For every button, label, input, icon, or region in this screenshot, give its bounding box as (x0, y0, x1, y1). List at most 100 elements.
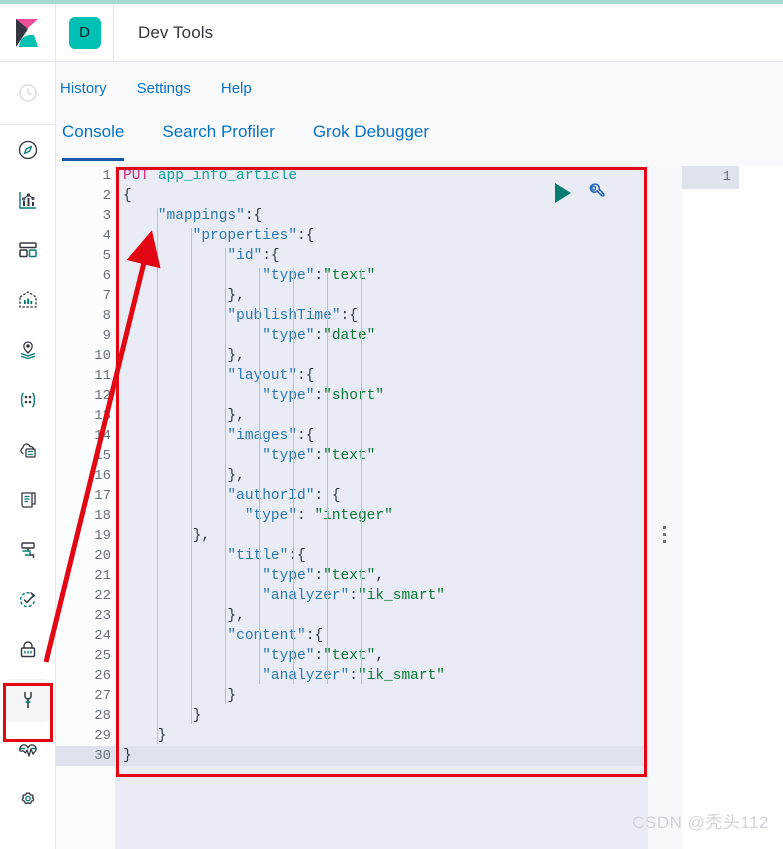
gutter-line: 5▾ (56, 246, 124, 266)
kibana-logo (15, 18, 38, 47)
code-token: : (314, 328, 324, 344)
sidebar-item-apm[interactable] (0, 525, 55, 575)
code-token: "title" (227, 548, 289, 564)
canvas-frame-icon (18, 291, 37, 308)
sidebar-item-security[interactable] (0, 625, 55, 675)
code-token: :{ (297, 368, 315, 384)
gutter-line: 12 (94, 388, 111, 404)
gutter-line: 8▾ (56, 306, 124, 326)
tab-grok-debugger[interactable]: Grok Debugger (313, 114, 429, 161)
wrench-actions-icon[interactable] (584, 180, 608, 209)
request-code-editor[interactable]: PUT app_info_article{ "mappings":{ "prop… (115, 166, 648, 849)
sidebar-item-discover[interactable] (0, 125, 55, 175)
gutter-line: 22 (94, 588, 111, 604)
machine-learning-icon (20, 392, 35, 408)
app-header: D Dev Tools (0, 4, 783, 62)
sidebar-item-dev-tools[interactable] (0, 675, 55, 725)
code-token: :{ (262, 248, 280, 264)
sidebar-item-management[interactable] (0, 775, 55, 825)
code-token: "content" (227, 628, 306, 644)
sidebar-item-dashboard[interactable] (0, 225, 55, 275)
space-avatar-button[interactable]: D (56, 4, 114, 61)
gutter-line: 9 (102, 328, 111, 344)
code-token: "analyzer" (262, 668, 350, 684)
code-token: }, (123, 408, 245, 424)
code-token: }, (123, 608, 245, 624)
sidebar-item-monitoring[interactable] (0, 725, 55, 775)
code-token: : (314, 388, 324, 404)
gutter-line: 1 (102, 168, 111, 184)
code-token: }, (123, 288, 245, 304)
sidebar-item-maps[interactable] (0, 325, 55, 375)
code-line: "content":{ (115, 626, 648, 646)
drag-handle-dots-icon[interactable] (663, 526, 667, 547)
play-send-request-icon[interactable] (555, 183, 571, 203)
gutter-line: 27▾ (56, 686, 124, 706)
tab-console[interactable]: Console (62, 114, 125, 161)
code-line: } (115, 746, 648, 766)
code-line: "type":"text", (115, 566, 648, 586)
gutter-line: 26 (94, 668, 111, 684)
code-token: : (297, 508, 315, 524)
code-token: "type" (244, 508, 298, 524)
code-token: :{ (297, 228, 315, 244)
gutter-line: 19▾ (56, 526, 124, 546)
code-line: "authorId": { (115, 486, 648, 506)
gutter-line: 20▾ (56, 546, 124, 566)
dev-tools-tabs: Console Search Profiler Grok Debugger (56, 114, 783, 166)
code-token: "text" (323, 568, 376, 584)
code-token: "text" (323, 268, 376, 284)
gutter-line: 11▾ (56, 366, 124, 386)
code-line: } (115, 706, 648, 726)
uptime-check-icon (19, 591, 35, 608)
sidebar-item-uptime[interactable] (0, 575, 55, 625)
output-gutter-rest (682, 189, 739, 849)
sidebar-item-machine-learning[interactable] (0, 375, 55, 425)
apm-icon (20, 542, 35, 558)
kibana-logo-button[interactable] (0, 4, 56, 61)
sidebar-item-visualize[interactable] (0, 175, 55, 225)
maps-pin-layers-icon (20, 341, 35, 360)
space-badge-letter: D (68, 16, 101, 49)
logs-scroll-icon (20, 492, 36, 508)
code-token: "type" (262, 328, 315, 344)
code-line: "analyzer":"ik_smart" (115, 666, 648, 686)
code-line: "analyzer":"ik_smart" (115, 586, 648, 606)
gutter-line: 17▾ (56, 486, 124, 506)
code-token: "integer" (314, 508, 393, 524)
clock-icon (18, 84, 37, 102)
code-token: : (349, 588, 358, 604)
code-token: { (123, 188, 132, 204)
subnav-link-help[interactable]: Help (221, 80, 252, 97)
wrench-actions-glyph (589, 183, 605, 197)
sidebar-item-infrastructure[interactable] (0, 425, 55, 475)
code-line: "publishTime":{ (115, 306, 648, 326)
code-token: :{ (244, 208, 263, 224)
gutter-line: 16▾ (56, 466, 124, 486)
code-token: "date" (323, 328, 376, 344)
response-output-content[interactable] (739, 166, 783, 849)
sidebar-item-logs[interactable] (0, 475, 55, 525)
subnav-link-history[interactable]: History (60, 80, 107, 97)
pane-splitter[interactable] (648, 166, 682, 849)
gutter-line: 2▾ (56, 186, 124, 206)
tab-search-profiler[interactable]: Search Profiler (162, 114, 274, 161)
code-line: "type":"text" (115, 266, 648, 286)
code-line: "layout":{ (115, 366, 648, 386)
code-token: "ik_smart" (357, 588, 445, 604)
infrastructure-icon (19, 443, 36, 458)
recently-viewed-button[interactable] (0, 62, 55, 125)
console-subnav: History Settings Help (56, 62, 783, 114)
code-line: "images":{ (115, 426, 648, 446)
code-token: "analyzer" (262, 588, 350, 604)
subnav-link-settings[interactable]: Settings (137, 80, 191, 97)
sidebar-item-canvas[interactable] (0, 275, 55, 325)
code-line: }, (115, 466, 648, 486)
